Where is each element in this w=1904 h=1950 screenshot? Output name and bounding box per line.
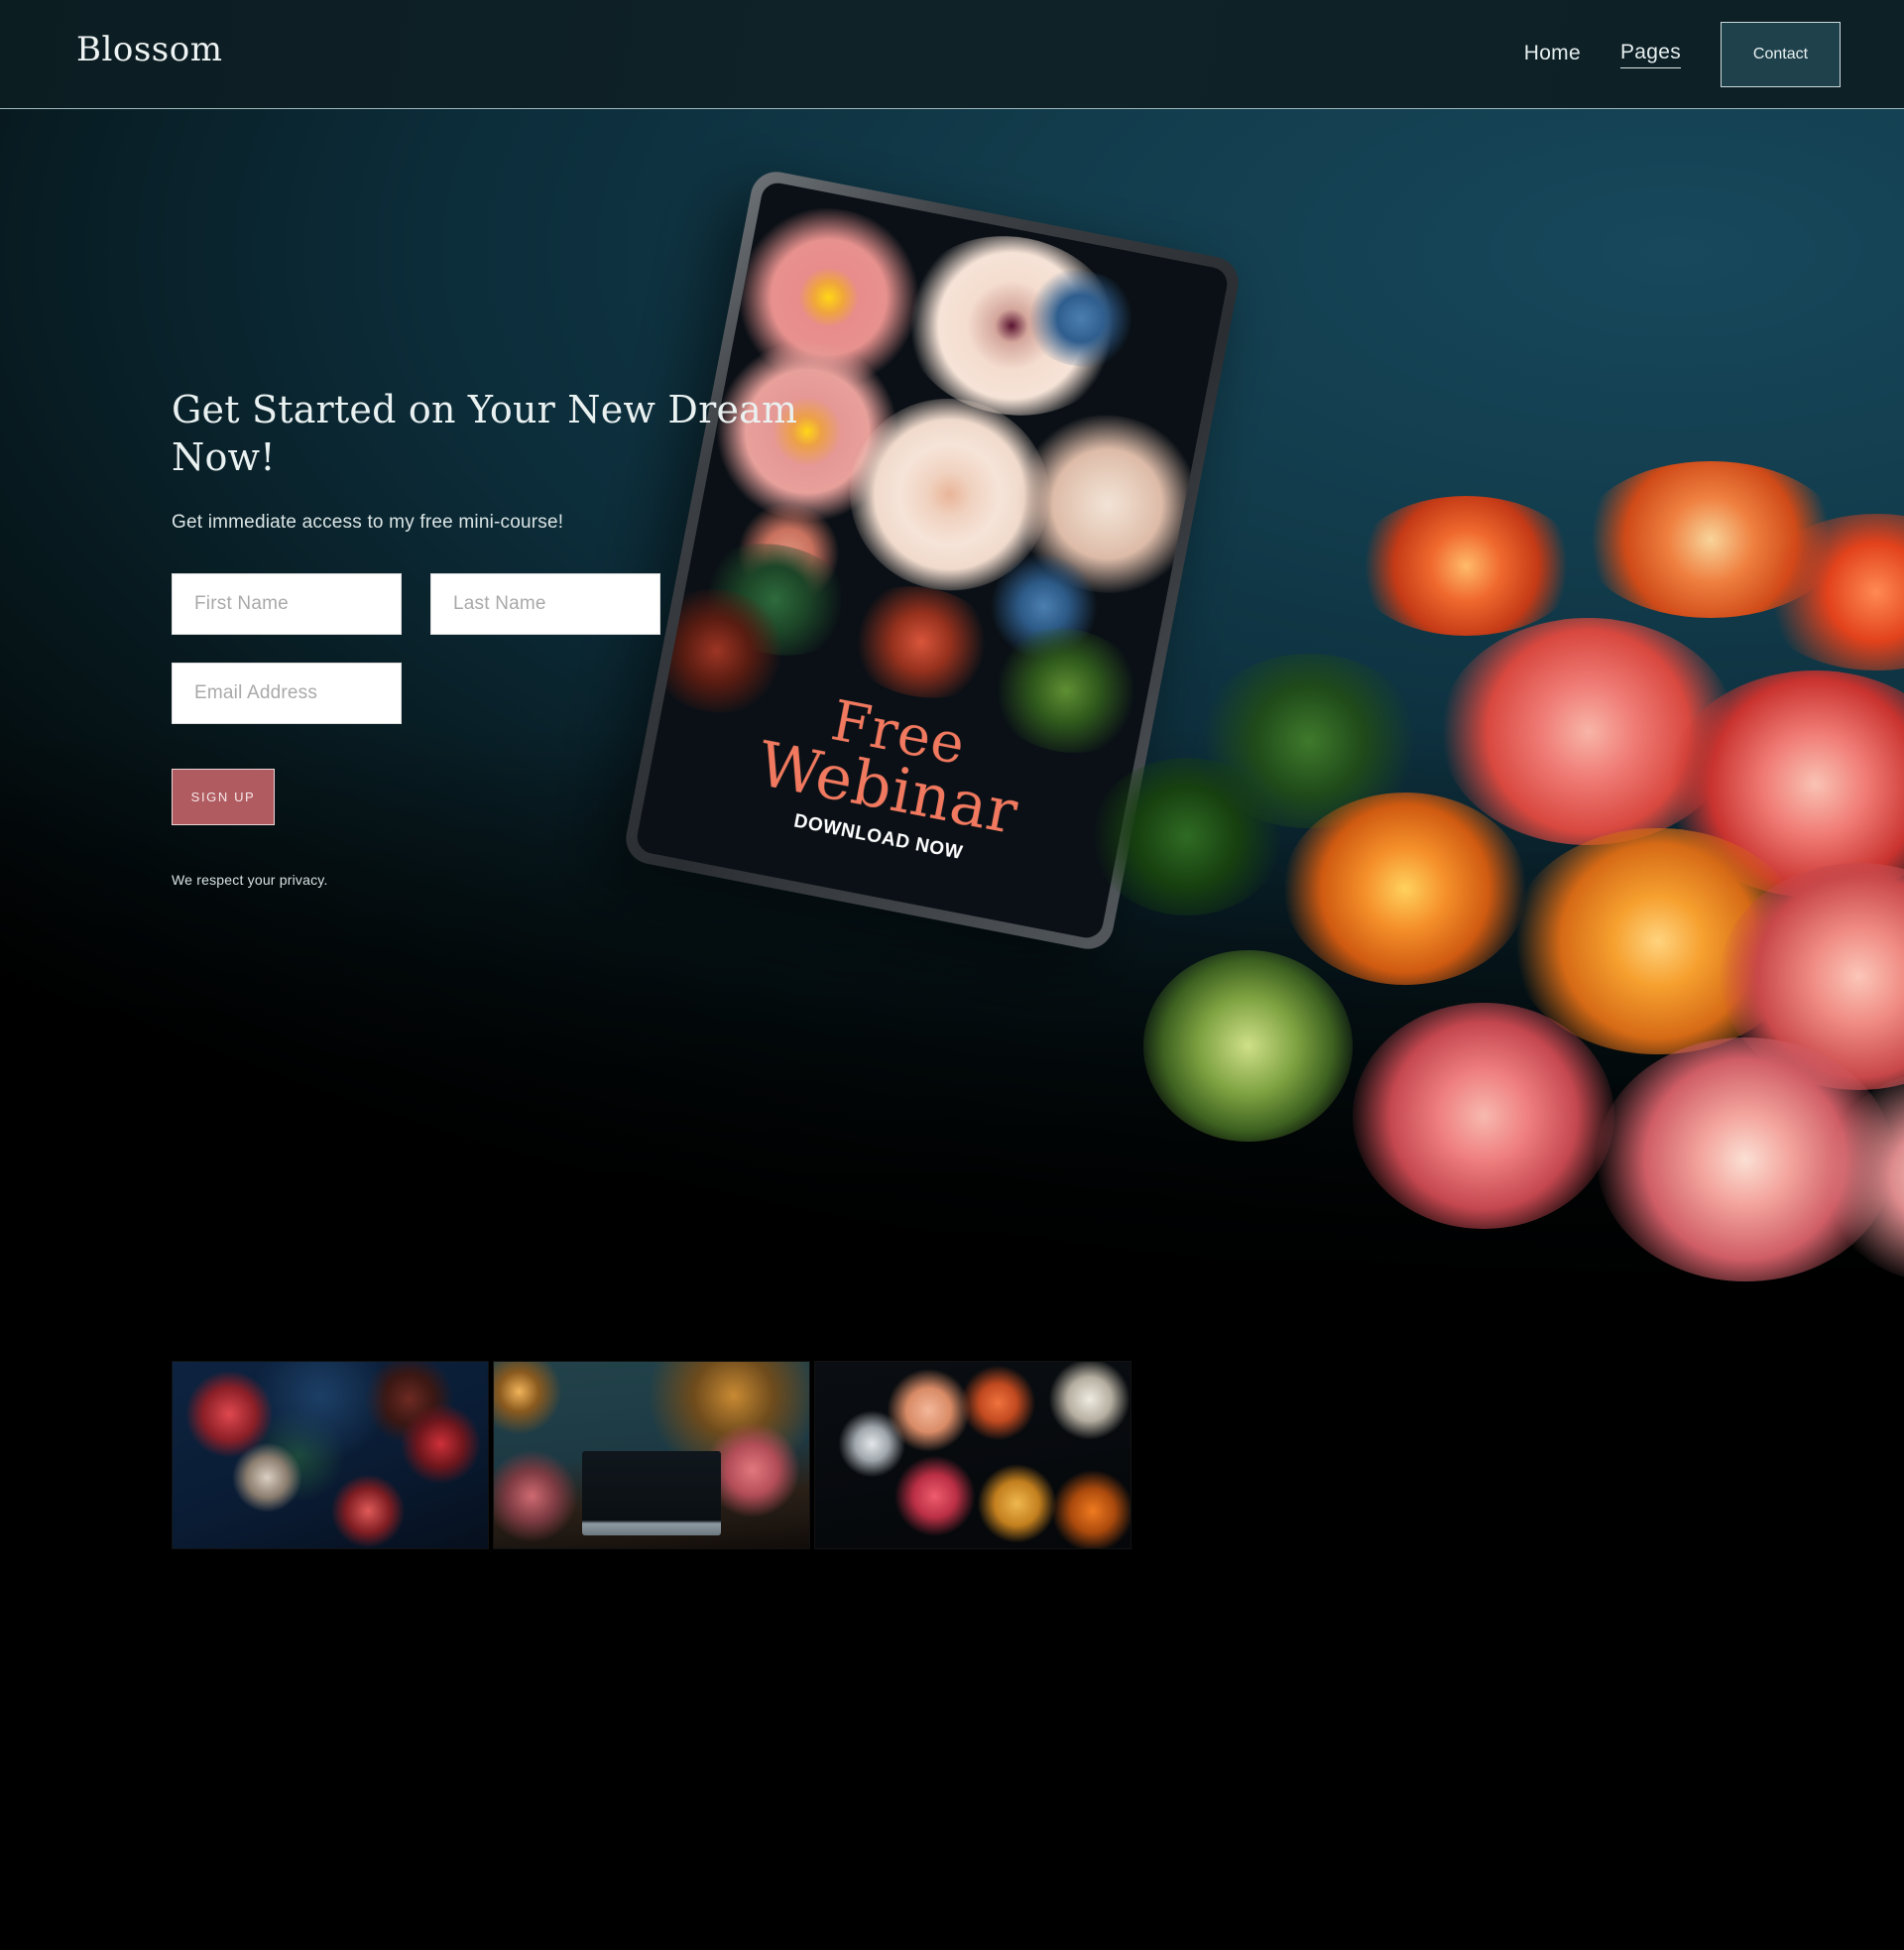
nav-item-pages[interactable]: Pages	[1619, 41, 1681, 68]
first-name-field[interactable]: First Name	[172, 573, 402, 635]
landing-page: Blossom Home Pages Contact Free Webinar …	[0, 0, 1904, 1950]
hero-subtitle: Get immediate access to my free mini-cou…	[172, 512, 564, 533]
footer-image-gallery	[172, 1361, 1131, 1549]
last-name-placeholder: Last Name	[453, 593, 546, 614]
site-footer: Blossom Book Coaching Email Address SIGN…	[0, 1294, 1904, 1950]
hero-content: Get Started on Your New Dream Now! Get i…	[172, 387, 866, 888]
hero-bouquet-image	[1091, 461, 1904, 1294]
hero-section: Free Webinar DOWNLOAD NOW Get Started on…	[0, 109, 1904, 1294]
hero-privacy-note: We respect your privacy.	[172, 872, 328, 888]
contact-button[interactable]: Contact	[1721, 22, 1841, 87]
laptop-shape	[582, 1451, 721, 1535]
primary-nav: Home Pages Contact	[1524, 0, 1904, 109]
hero-title: Get Started on Your New Dream Now!	[172, 388, 798, 479]
email-field[interactable]: Email Address	[172, 663, 402, 724]
nav-item-home[interactable]: Home	[1524, 42, 1581, 68]
site-header: Blossom Home Pages Contact	[0, 0, 1904, 109]
site-logo[interactable]: Blossom	[76, 30, 222, 69]
signup-form-name-row: First Name Last Name	[172, 573, 866, 635]
gallery-image-bouquet[interactable]	[814, 1361, 1131, 1549]
signup-button[interactable]: SIGN UP	[172, 769, 275, 825]
gallery-image-books-and-flowers[interactable]	[172, 1361, 489, 1549]
first-name-placeholder: First Name	[194, 593, 289, 614]
email-placeholder: Email Address	[194, 682, 318, 703]
last-name-field[interactable]: Last Name	[430, 573, 660, 635]
gallery-image-laptop-window[interactable]	[493, 1361, 810, 1549]
